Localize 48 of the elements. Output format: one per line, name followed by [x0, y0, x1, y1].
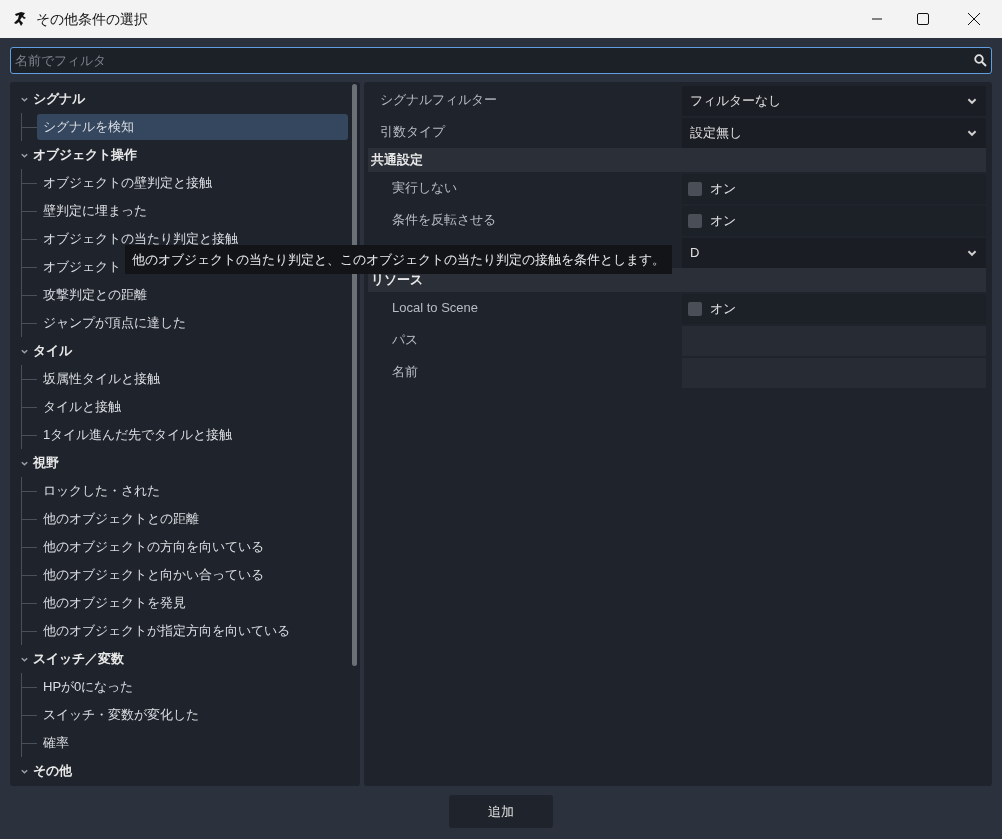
- tree-category[interactable]: オブジェクト操作: [33, 145, 137, 165]
- tree-item[interactable]: タイルと接触: [37, 394, 348, 420]
- tree-item[interactable]: 他のオブジェクトが指定方向を向いている: [37, 618, 348, 644]
- tree-item[interactable]: オブジェクトの壁判定と接触: [37, 170, 348, 196]
- tree-item[interactable]: 他のオブジェクトとの距離: [37, 506, 348, 532]
- tree-category[interactable]: シグナル: [33, 89, 85, 109]
- tree-category[interactable]: 視野: [33, 453, 59, 473]
- property-label: 引数タイプ: [380, 124, 445, 140]
- tree-item[interactable]: シグナルを検知: [37, 114, 348, 140]
- checkbox-label: オン: [710, 179, 736, 198]
- checkbox-label: オン: [710, 299, 736, 318]
- tree-item[interactable]: 攻撃判定との距離: [37, 282, 348, 308]
- window-title: その他条件の選択: [36, 9, 148, 29]
- tree-category[interactable]: その他: [33, 761, 72, 781]
- tree-item[interactable]: ロックした・された: [37, 478, 348, 504]
- tree-item[interactable]: 壁判定に埋まった: [37, 198, 348, 224]
- tree-item[interactable]: 他のオブジェクトと向かい合っている: [37, 562, 348, 588]
- property-label: 実行しない: [392, 180, 457, 196]
- tree-category[interactable]: タイル: [33, 341, 72, 361]
- close-icon: [968, 13, 980, 25]
- tree-item[interactable]: スイッチ・変数が変化した: [37, 702, 348, 728]
- checkbox[interactable]: [688, 301, 702, 316]
- property-label: パス: [392, 332, 418, 348]
- property-label: Local to Scene: [392, 300, 478, 316]
- tree-category[interactable]: スイッチ／変数: [33, 649, 124, 669]
- dropdown[interactable]: フィルターなし: [682, 85, 986, 116]
- tree-item[interactable]: 1タイル進んだ先でタイルと接触: [37, 422, 348, 448]
- tree-item[interactable]: 坂属性タイルと接触: [37, 366, 348, 392]
- property-label: シグナルフィルター: [380, 92, 497, 108]
- checkbox-label: オン: [710, 211, 736, 230]
- tooltip: 他のオブジェクトの当たり判定と、このオブジェクトの当たり判定の接触を条件とします。: [125, 245, 672, 274]
- filter-field[interactable]: 名前でフィルタ: [10, 47, 992, 74]
- running-figure-icon: [12, 11, 28, 27]
- property-label: 名前: [392, 364, 418, 380]
- tree-item[interactable]: ジャンプが頂点に達した: [37, 310, 348, 336]
- property-label: 条件を反転させる: [392, 212, 496, 228]
- tree-item[interactable]: 他のオブジェクトの方向を向いている: [37, 534, 348, 560]
- tree-item[interactable]: 他のオブジェクトを発見: [37, 590, 348, 616]
- add-button[interactable]: 追加: [449, 795, 553, 828]
- tree-item[interactable]: 確率: [37, 730, 348, 756]
- search-icon: [974, 54, 987, 67]
- dropdown[interactable]: D: [682, 237, 986, 268]
- dropdown[interactable]: 設定無し: [682, 117, 986, 148]
- section-header: 共通設定: [368, 148, 986, 172]
- checkbox[interactable]: [688, 181, 702, 196]
- checkbox[interactable]: [688, 213, 702, 228]
- tree-item[interactable]: HPが0になった: [37, 674, 348, 700]
- maximize-icon: [917, 13, 929, 25]
